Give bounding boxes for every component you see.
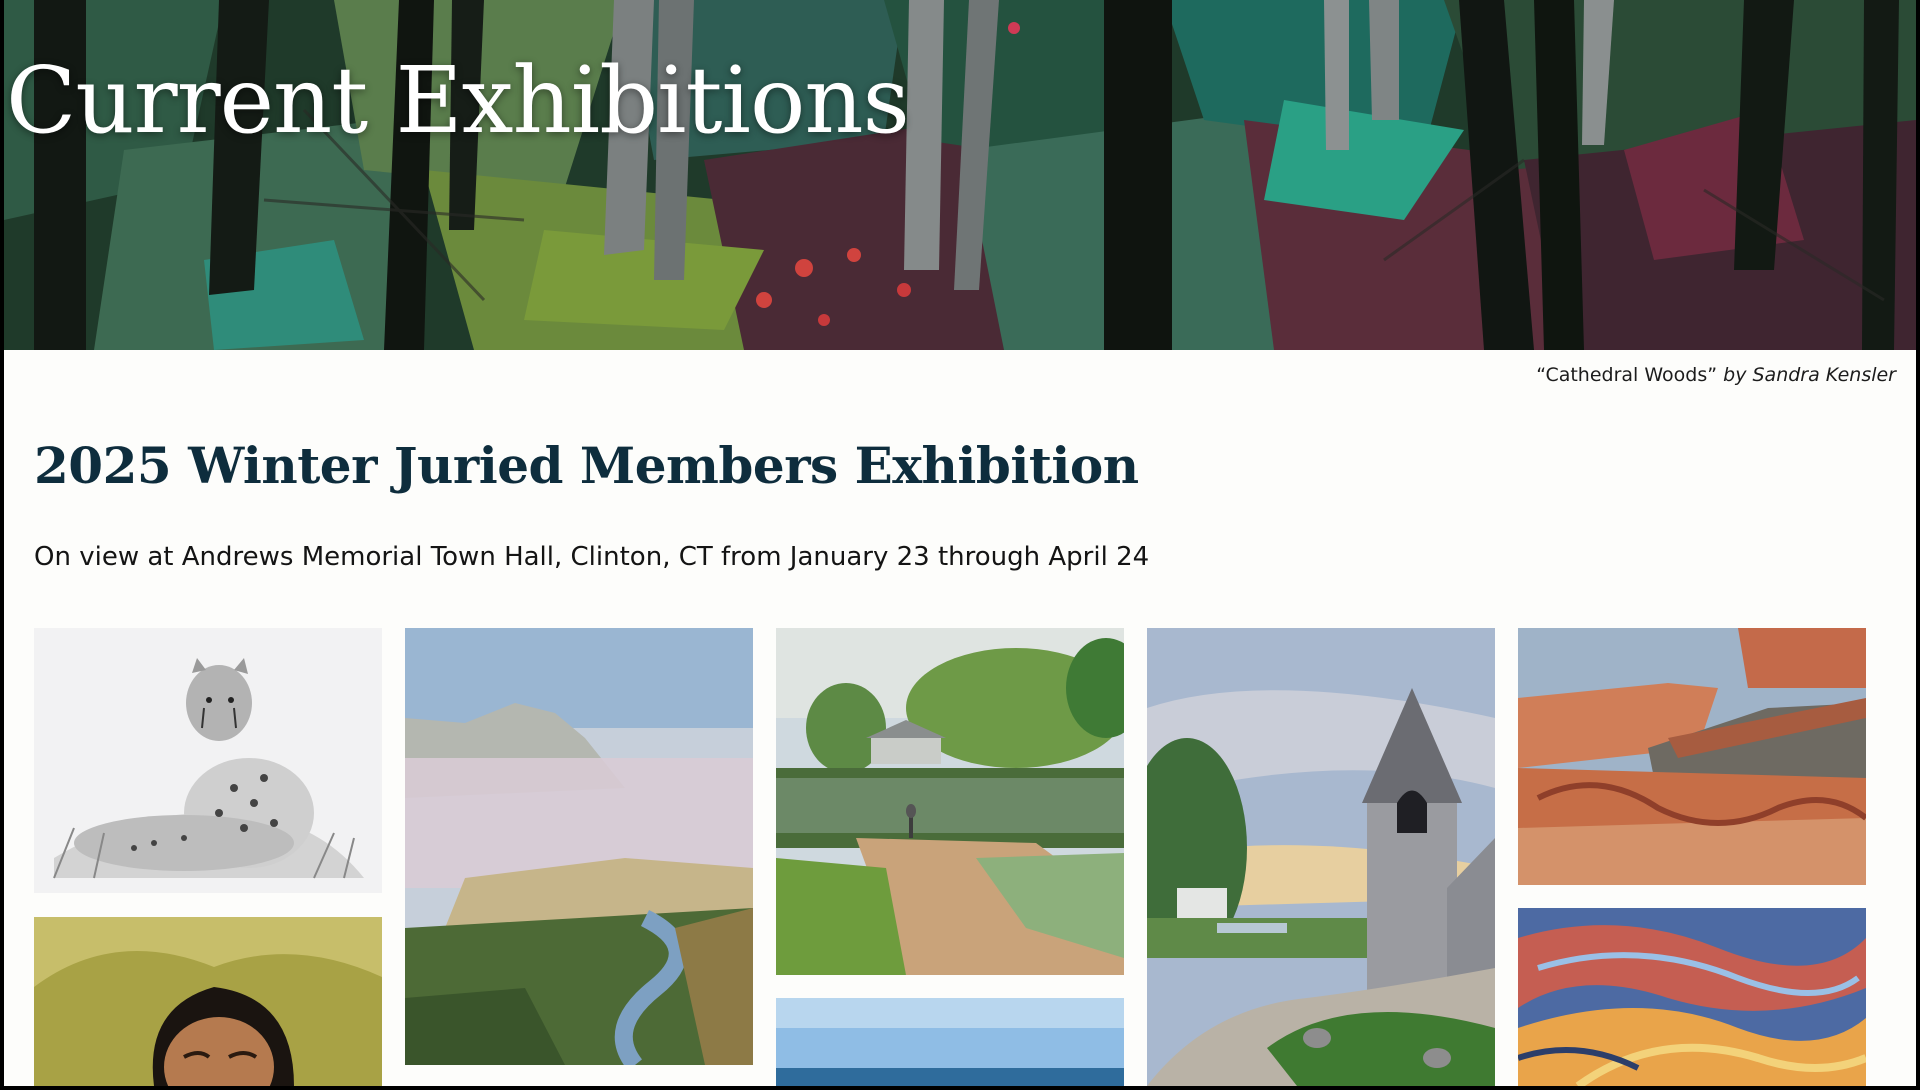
mesa-painting — [1518, 628, 1866, 885]
caption-artist: by Sandra Kensler — [1723, 364, 1896, 386]
page: Current Exhibitions “Cathedral Woods” by… — [4, 0, 1916, 1086]
portrait-painting — [34, 917, 382, 1086]
abstract-swirl-painting — [1518, 908, 1866, 1086]
caption-artwork-title: “Cathedral Woods” — [1536, 364, 1718, 386]
artwork-thumbnail[interactable] — [776, 998, 1124, 1086]
artwork-thumbnail[interactable] — [34, 628, 382, 893]
mountain-landscape-painting — [405, 628, 753, 1065]
exhibition-details: On view at Andrews Memorial Town Hall, C… — [34, 542, 1150, 572]
artwork-thumbnail[interactable] — [405, 628, 753, 1065]
church-painting — [1147, 628, 1495, 1086]
artwork-thumbnail[interactable] — [34, 917, 382, 1086]
artwork-thumbnail[interactable] — [776, 628, 1124, 975]
artwork-thumbnail[interactable] — [1518, 628, 1866, 885]
seascape-painting — [776, 998, 1124, 1086]
pond-bridge-painting — [776, 628, 1124, 975]
page-title: Current Exhibitions — [6, 47, 910, 154]
artwork-thumbnail[interactable] — [1518, 908, 1866, 1086]
hero-banner: Current Exhibitions — [4, 0, 1916, 350]
exhibition-title: 2025 Winter Juried Members Exhibition — [34, 436, 1139, 495]
cheetah-drawing — [34, 628, 382, 893]
artwork-thumbnail[interactable] — [1147, 628, 1495, 1086]
hero-caption: “Cathedral Woods” by Sandra Kensler — [1536, 364, 1896, 386]
